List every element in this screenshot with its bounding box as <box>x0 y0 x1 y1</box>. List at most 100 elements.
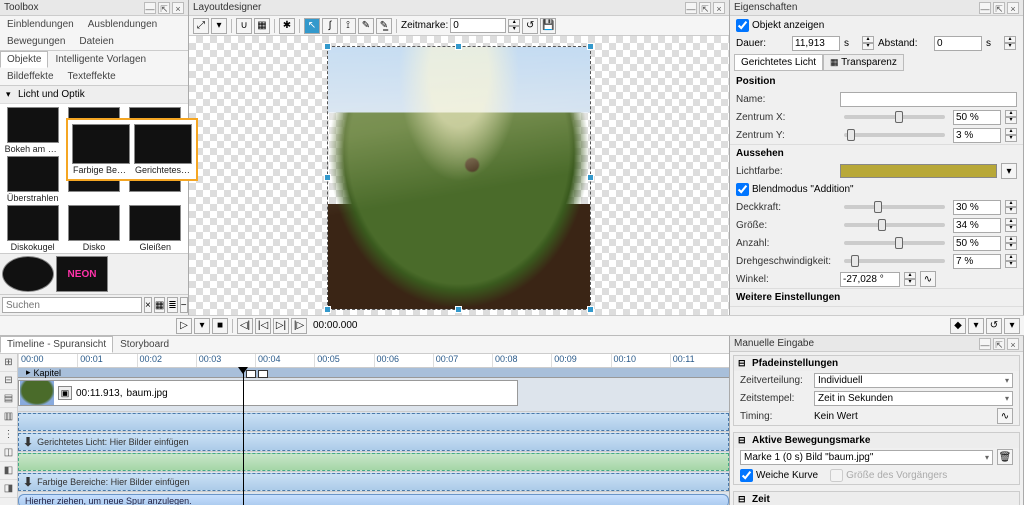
winkel-value[interactable] <box>840 272 900 287</box>
blendmodus-checkbox[interactable] <box>736 183 749 196</box>
tab-timeline[interactable]: Timeline - Spuransicht <box>0 336 113 353</box>
goto-start-button[interactable]: |◁ <box>255 318 271 334</box>
stop-button[interactable]: ■ <box>212 318 228 334</box>
resize-handle-w[interactable] <box>324 174 331 181</box>
name-input[interactable] <box>840 92 1017 107</box>
canvas-area[interactable] <box>189 36 729 315</box>
thumb-item[interactable]: Überstrahlen <box>3 156 62 203</box>
canvas-frame[interactable] <box>327 46 591 310</box>
grid-toggle[interactable]: ▦ <box>254 18 270 34</box>
deckkraft-slider[interactable] <box>844 205 945 209</box>
video-clip[interactable]: ▣ 00:11.913, baum.jpg <box>18 380 518 406</box>
panel-pin-button[interactable]: ⇱ <box>158 2 170 14</box>
lichtfarbe-swatch[interactable] <box>840 164 997 178</box>
playhead[interactable] <box>243 368 244 505</box>
show-object-checkbox[interactable] <box>736 19 749 32</box>
play-dropdown[interactable]: ▾ <box>194 318 210 334</box>
groesse-slider[interactable] <box>844 223 945 227</box>
text-tool[interactable]: ✎̲ <box>376 18 392 34</box>
save-button[interactable]: 💾 <box>540 18 556 34</box>
thumb-item[interactable]: Bokeh am Rand <box>3 107 62 154</box>
resize-handle-e[interactable] <box>587 174 594 181</box>
prev-frame-button[interactable]: ◁| <box>237 318 253 334</box>
drehg-slider[interactable] <box>844 259 945 263</box>
marker-button[interactable]: ◆ <box>950 318 966 334</box>
fit-button[interactable]: ⤢ <box>193 18 209 34</box>
thumb-extra1[interactable] <box>2 256 54 292</box>
tab-vorlagen[interactable]: Intelligente Vorlagen <box>48 51 153 68</box>
tab-gerichtetes-licht[interactable]: Gerichtetes Licht <box>734 54 823 71</box>
groesse-value[interactable] <box>953 218 1001 233</box>
abstand-down[interactable]: ▾ <box>1004 43 1016 50</box>
track-icon-1[interactable]: ⊞ <box>0 354 17 372</box>
track-icon-6[interactable]: ◫ <box>0 444 17 462</box>
panel-pin-button[interactable]: ⇱ <box>699 2 711 14</box>
next-frame-button[interactable]: |▷ <box>291 318 307 334</box>
search-clear-button[interactable]: × <box>144 297 152 313</box>
zentrumx-value[interactable] <box>953 110 1001 125</box>
panel-close-button[interactable]: × <box>172 2 184 14</box>
panel-collapse-button[interactable]: — <box>979 338 991 350</box>
track-icon-5[interactable]: ⋮ <box>0 426 17 444</box>
pen-tool[interactable]: ✎ <box>358 18 374 34</box>
abstand-input[interactable] <box>934 36 982 51</box>
tab-bildeffekte[interactable]: Bildeffekte <box>0 68 61 85</box>
thumb-extra2[interactable] <box>56 256 108 292</box>
effect-strip-bg1[interactable] <box>18 413 729 431</box>
zentrumy-slider[interactable] <box>844 133 945 137</box>
zeitmarke-up[interactable]: ▴ <box>508 19 520 26</box>
play-button[interactable]: ▷ <box>176 318 192 334</box>
section-zeit[interactable]: ⊟Zeit <box>734 492 1019 505</box>
resize-handle-n[interactable] <box>455 43 462 50</box>
anzahl-value[interactable] <box>953 236 1001 251</box>
zeitmarke-down[interactable]: ▾ <box>508 26 520 33</box>
marker-dropdown[interactable]: ▾ <box>968 318 984 334</box>
tab-transparenz[interactable]: ▦ Transparenz <box>823 54 904 71</box>
thumb-item[interactable]: Gleißen <box>126 205 185 252</box>
view-list-button[interactable]: ≣ <box>167 297 177 313</box>
marke-dropdown[interactable]: Marke 1 (0 s) Bild "baum.jpg" <box>740 450 993 465</box>
search-input[interactable] <box>2 297 142 313</box>
panel-pin-button[interactable]: ⇱ <box>993 338 1005 350</box>
popup-thumb[interactable]: Farbige Bereiche <box>72 124 130 175</box>
deckkraft-value[interactable] <box>953 200 1001 215</box>
thumb-item[interactable]: Diskokugel <box>3 205 62 252</box>
panel-collapse-button[interactable]: — <box>979 2 991 14</box>
anzahl-slider[interactable] <box>844 241 945 245</box>
track-icon-3[interactable]: ▤ <box>0 390 17 408</box>
track-icon-7[interactable]: ◧ <box>0 462 17 480</box>
track-icon-4[interactable]: ▥ <box>0 408 17 426</box>
panel-close-button[interactable]: × <box>713 2 725 14</box>
dauer-up[interactable]: ▴ <box>862 36 874 43</box>
curve-tool[interactable]: ∫ <box>322 18 338 34</box>
lichtfarbe-picker[interactable]: ▾ <box>1001 163 1017 179</box>
tab-texteffekte[interactable]: Texteffekte <box>61 68 123 85</box>
zeitmarke-reset[interactable]: ↺ <box>522 18 538 34</box>
timing-curve-button[interactable]: ∿ <box>997 408 1013 424</box>
winkel-curve-button[interactable]: ∿ <box>920 271 936 287</box>
track-icon-2[interactable]: ⊟ <box>0 372 17 390</box>
panel-close-button[interactable]: × <box>1007 338 1019 350</box>
drehg-value[interactable] <box>953 254 1001 269</box>
resize-handle-s[interactable] <box>455 306 462 313</box>
resize-handle-ne[interactable] <box>587 43 594 50</box>
dauer-down[interactable]: ▾ <box>862 43 874 50</box>
view-grid-button[interactable]: ▦ <box>154 297 165 313</box>
resize-handle-sw[interactable] <box>324 306 331 313</box>
loop-button[interactable]: ↺ <box>986 318 1002 334</box>
zeitstempel-dropdown[interactable]: Zeit in Sekunden <box>814 391 1013 406</box>
zentrumy-value[interactable] <box>953 128 1001 143</box>
resize-handle-nw[interactable] <box>324 43 331 50</box>
effect-strip-1[interactable]: ⬇Gerichtetes Licht: Hier Bilder einfügen <box>18 433 729 451</box>
abstand-up[interactable]: ▴ <box>1004 36 1016 43</box>
tab-bewegungen[interactable]: Bewegungen <box>0 33 72 50</box>
tab-objekte[interactable]: Objekte <box>0 51 48 68</box>
panel-collapse-button[interactable]: — <box>685 2 697 14</box>
zoom-out-button[interactable]: − <box>180 297 188 313</box>
timeline-ruler[interactable]: 00:0000:0100:0200:0300:0400:0500:0600:07… <box>18 354 729 368</box>
zeitvert-dropdown[interactable]: Individuell <box>814 373 1013 388</box>
panel-collapse-button[interactable]: — <box>144 2 156 14</box>
zoom-dropdown[interactable]: ▾ <box>211 18 227 34</box>
tab-storyboard[interactable]: Storyboard <box>113 336 176 353</box>
reference-button[interactable]: ✱ <box>279 18 295 34</box>
